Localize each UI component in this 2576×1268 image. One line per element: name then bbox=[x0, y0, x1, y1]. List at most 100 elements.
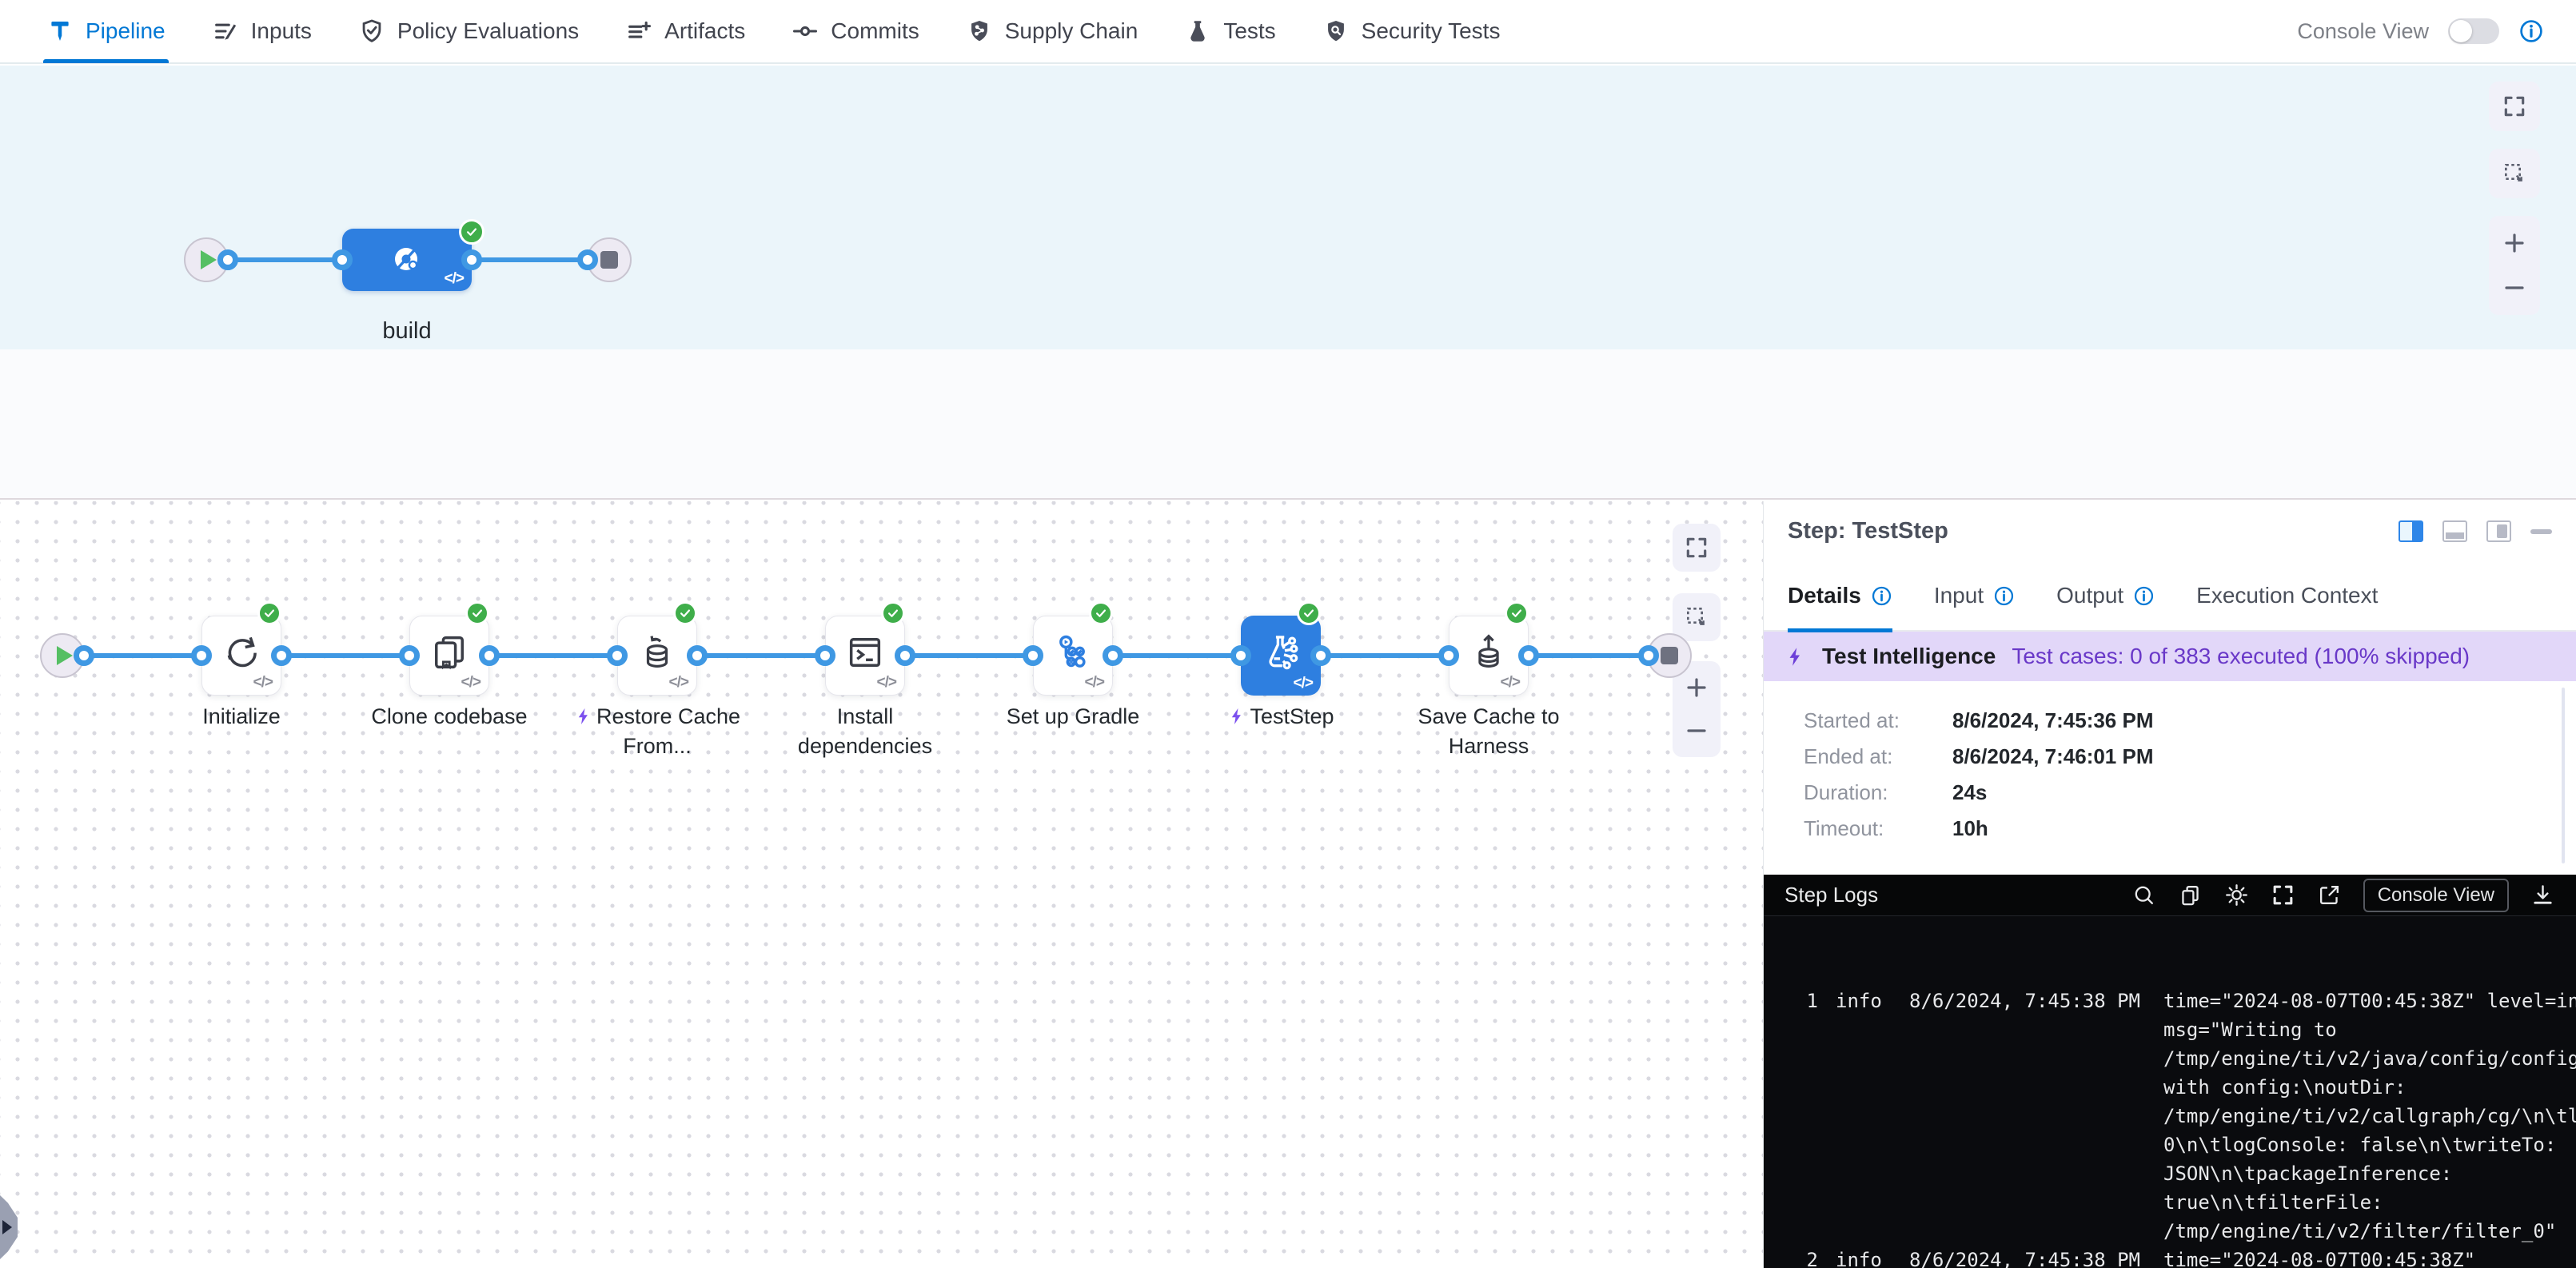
step-node-clone-codebase[interactable]: </> bbox=[409, 616, 489, 696]
open-in-new-icon[interactable] bbox=[2317, 883, 2342, 907]
info-icon bbox=[1871, 585, 1892, 607]
step-logs-title: Step Logs bbox=[1784, 883, 2131, 907]
selection-tool-button[interactable] bbox=[1673, 593, 1721, 641]
code-icon: </> bbox=[1294, 675, 1313, 692]
tab-pipeline[interactable]: Pipeline bbox=[46, 0, 165, 63]
connector-dot bbox=[1103, 645, 1123, 666]
connector-dot bbox=[687, 645, 708, 666]
zoom-in-button[interactable] bbox=[1684, 675, 1709, 700]
connector-dot bbox=[1438, 645, 1459, 666]
tab-label: Commits bbox=[831, 18, 919, 44]
panel-tab-bar: Details Input Output Execution Context bbox=[1764, 561, 2576, 632]
gear-icon[interactable] bbox=[2224, 883, 2249, 907]
tab-output[interactable]: Output bbox=[2056, 560, 2155, 631]
code-icon: </> bbox=[669, 674, 688, 692]
connector-dot bbox=[461, 249, 482, 270]
panel-header: Step: TestStep bbox=[1764, 501, 2576, 561]
console-view-toggle[interactable] bbox=[2448, 18, 2499, 44]
connector-dot bbox=[1638, 645, 1659, 666]
stage-label[interactable]: build bbox=[327, 318, 487, 345]
step-node-set-up-gradle[interactable]: </> bbox=[1033, 616, 1113, 696]
tab-policy-evaluations[interactable]: Policy Evaluations bbox=[358, 0, 579, 63]
banner-title: Test Intelligence bbox=[1822, 644, 1996, 669]
fullscreen-icon[interactable] bbox=[2271, 883, 2295, 907]
step-label: Clone codebase bbox=[353, 702, 545, 732]
play-icon bbox=[201, 250, 217, 269]
info-icon bbox=[1993, 585, 2015, 607]
artifacts-icon bbox=[625, 18, 652, 45]
zoom-in-button[interactable] bbox=[2502, 230, 2527, 256]
stage-graph-canvas: </> build bbox=[0, 66, 2576, 349]
detail-row-duration: Duration:24s bbox=[1804, 782, 2576, 803]
tab-execution-context[interactable]: Execution Context bbox=[2196, 560, 2378, 631]
fullscreen-button[interactable] bbox=[2489, 82, 2540, 131]
step-graph-canvas: </> </> </> </> </> bbox=[0, 501, 1763, 1268]
success-check-icon bbox=[459, 219, 484, 245]
tab-security-tests[interactable]: Security Tests bbox=[1322, 0, 1501, 63]
layout-bottom-icon[interactable] bbox=[2442, 520, 2467, 542]
tab-commits[interactable]: Commits bbox=[792, 0, 919, 63]
connector-dot bbox=[399, 645, 420, 666]
info-icon[interactable] bbox=[2518, 18, 2544, 44]
connector-dot bbox=[1230, 645, 1251, 666]
log-toolbar: Console View bbox=[2131, 879, 2555, 912]
detail-row-started: Started at:8/6/2024, 7:45:36 PM bbox=[1804, 710, 2576, 732]
success-check-icon bbox=[257, 601, 281, 625]
tab-label: Security Tests bbox=[1362, 18, 1501, 44]
tab-label: Tests bbox=[1223, 18, 1275, 44]
step-node-save-cache[interactable]: </> bbox=[1449, 616, 1529, 696]
tab-supply-chain[interactable]: Supply Chain bbox=[966, 0, 1138, 63]
console-view-button[interactable]: Console View bbox=[2363, 879, 2509, 912]
connector-dot bbox=[1518, 645, 1539, 666]
panel-title: Step: TestStep bbox=[1788, 518, 2399, 544]
detail-row-timeout: Timeout:10h bbox=[1804, 818, 2576, 839]
log-lines[interactable]: 1 info 8/6/2024, 7:45:38 PM time="2024-0… bbox=[1764, 916, 2576, 1268]
tab-tests[interactable]: Tests bbox=[1184, 0, 1275, 63]
banner-detail: Test cases: 0 of 383 executed (100% skip… bbox=[2012, 644, 2470, 669]
step-label: Restore Cache From... bbox=[569, 702, 745, 761]
tab-input[interactable]: Input bbox=[1934, 560, 2015, 631]
stage-node-build[interactable]: </> bbox=[342, 229, 472, 291]
policy-shield-icon bbox=[358, 18, 385, 45]
download-icon[interactable] bbox=[2530, 883, 2555, 907]
success-check-icon bbox=[1505, 601, 1529, 625]
minimize-panel-icon[interactable] bbox=[2530, 529, 2552, 534]
success-check-icon bbox=[1297, 601, 1321, 625]
test-intelligence-banner[interactable]: Test Intelligence Test cases: 0 of 383 e… bbox=[1764, 632, 2576, 681]
step-node-install-dependencies[interactable]: </> bbox=[825, 616, 905, 696]
layout-split-right-icon[interactable] bbox=[2399, 520, 2423, 542]
connector-dot bbox=[74, 645, 94, 666]
code-icon: </> bbox=[461, 674, 481, 692]
step-node-initialize[interactable]: </> bbox=[201, 616, 281, 696]
bolt-icon bbox=[1784, 646, 1806, 668]
copy-icon[interactable] bbox=[2178, 883, 2203, 907]
step-label: Set up Gradle bbox=[977, 702, 1169, 732]
zoom-out-button[interactable] bbox=[1684, 718, 1709, 744]
restore-cache-icon bbox=[636, 632, 678, 673]
zoom-out-button[interactable] bbox=[2502, 275, 2527, 301]
selection-tool-button[interactable] bbox=[2489, 149, 2540, 198]
tab-details[interactable]: Details bbox=[1788, 560, 1892, 631]
scrollbar[interactable] bbox=[2562, 688, 2565, 863]
step-label: TestStep bbox=[1185, 702, 1377, 732]
step-logs-header: Step Logs Console View bbox=[1764, 875, 2576, 916]
connector-dot bbox=[217, 249, 238, 270]
tab-artifacts[interactable]: Artifacts bbox=[625, 0, 745, 63]
step-node-restore-cache[interactable]: </> bbox=[617, 616, 697, 696]
code-icon: </> bbox=[877, 674, 896, 692]
connector-dot bbox=[1023, 645, 1043, 666]
lower-section: </> </> </> </> </> bbox=[0, 501, 2576, 1268]
step-logs-panel: Step Logs Console View 1 info bbox=[1764, 875, 2576, 1268]
step-node-teststep[interactable]: </> bbox=[1241, 616, 1321, 696]
supply-chain-shield-icon bbox=[966, 18, 993, 45]
fullscreen-button[interactable] bbox=[1673, 524, 1721, 572]
expand-sidebar-handle[interactable] bbox=[0, 1195, 18, 1259]
connector-dot bbox=[1310, 645, 1331, 666]
flask-icon bbox=[1184, 18, 1211, 45]
connector-dot bbox=[895, 645, 915, 666]
log-row: 2 info 8/6/2024, 7:45:38 PM time="2024-0… bbox=[1797, 1246, 2576, 1268]
play-icon bbox=[57, 646, 73, 665]
layout-right-icon[interactable] bbox=[2486, 520, 2511, 542]
tab-inputs[interactable]: Inputs bbox=[212, 0, 312, 63]
search-icon[interactable] bbox=[2131, 883, 2156, 907]
